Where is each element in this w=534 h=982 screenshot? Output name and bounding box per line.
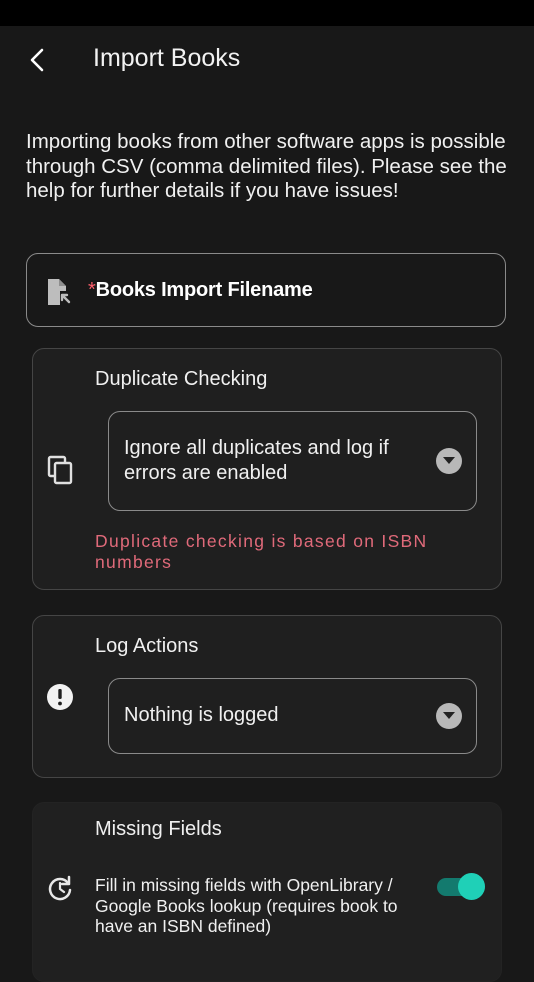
file-field-label: *Books Import Filename xyxy=(88,279,313,302)
duplicate-checking-card: Duplicate Checking Ignore all duplicates… xyxy=(32,348,502,590)
missing-fields-toggle[interactable] xyxy=(437,873,487,900)
log-actions-value: Nothing is logged xyxy=(124,704,279,726)
duplicate-helper-text: Duplicate checking is based on ISBN numb… xyxy=(95,531,428,572)
copy-icon xyxy=(45,455,75,485)
file-field-label-text: Books Import Filename xyxy=(95,279,313,301)
log-actions-card: Log Actions Nothing is logged xyxy=(32,615,502,778)
alert-circle-icon xyxy=(45,682,75,712)
chevron-down-icon xyxy=(436,448,462,474)
status-bar xyxy=(0,0,534,26)
app-bar: Import Books xyxy=(0,26,534,94)
refresh-icon xyxy=(45,873,75,903)
toggle-thumb xyxy=(458,873,485,900)
log-actions-select[interactable]: Nothing is logged xyxy=(108,678,477,754)
page-title: Import Books xyxy=(93,44,241,72)
back-button[interactable] xyxy=(18,40,58,80)
log-actions-title: Log Actions xyxy=(95,635,199,657)
missing-fields-toggle-label: Fill in missing fields with OpenLibrary … xyxy=(95,875,398,936)
books-import-filename-field[interactable]: *Books Import Filename xyxy=(26,253,506,327)
back-arrow-icon xyxy=(30,48,44,72)
intro-text: Importing books from other software apps… xyxy=(26,130,507,202)
chevron-down-icon xyxy=(436,703,462,729)
missing-fields-title: Missing Fields xyxy=(95,818,222,840)
duplicate-checking-title: Duplicate Checking xyxy=(95,368,268,390)
duplicate-checking-select[interactable]: Ignore all duplicates and log if errors … xyxy=(108,411,477,511)
required-mark: * xyxy=(88,279,96,301)
duplicate-checking-value: Ignore all duplicates and log if errors … xyxy=(124,437,389,484)
file-import-icon xyxy=(45,278,71,306)
missing-fields-card: Missing Fields Fill in missing fields wi… xyxy=(32,802,502,982)
